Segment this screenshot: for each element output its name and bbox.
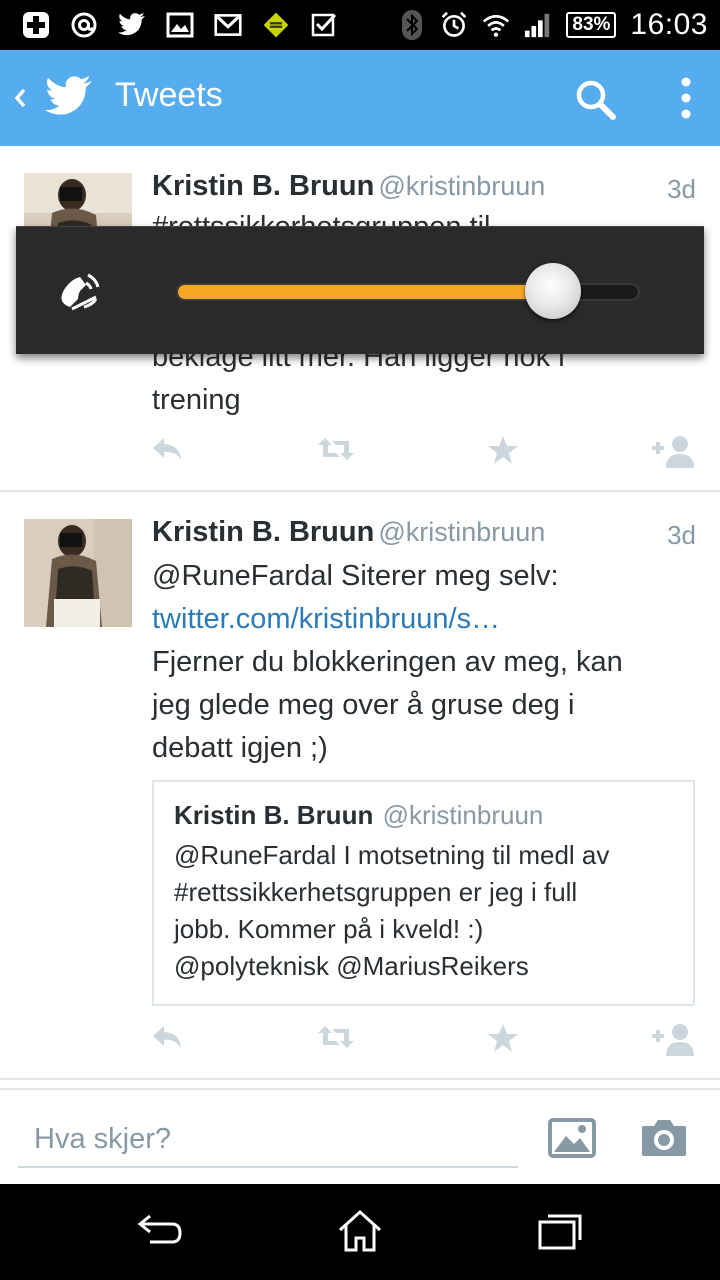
status-bar: 83% 16:03 (0, 0, 720, 50)
favorite-icon[interactable] (486, 434, 526, 468)
clock: 16:03 (630, 8, 708, 41)
tweet-text: @RuneFardal Siterer meg selv: (152, 560, 559, 592)
compose-bar (0, 1088, 720, 1184)
follow-icon[interactable] (652, 1022, 694, 1056)
app-icon (262, 11, 290, 39)
search-icon[interactable] (574, 78, 618, 122)
tweet-text: jeg glede meg over å gruse deg i (152, 689, 575, 721)
tweet-text: debatt igjen ;) (152, 732, 328, 764)
plus-badge-icon (22, 11, 50, 39)
tweet-text: trening (152, 384, 241, 416)
alarm-icon (440, 11, 468, 39)
twitter-icon (118, 11, 146, 39)
quoted-author-name: Kristin B. Bruun (174, 800, 374, 830)
home-icon[interactable] (336, 1208, 386, 1256)
back-icon[interactable] (136, 1208, 186, 1256)
quoted-text-line: @RuneFardal I motsetning til medl av (174, 840, 610, 870)
tweet-author[interactable]: Kristin B. Bruun @kristinbruun (152, 516, 545, 549)
image-icon (166, 11, 194, 39)
volume-slider-thumb[interactable] (525, 263, 581, 319)
battery-level: 83% (572, 14, 611, 35)
tweet-link[interactable]: twitter.com/kristinbruun/s… (152, 598, 692, 641)
author-name: Kristin B. Bruun (152, 516, 375, 548)
follow-icon[interactable] (652, 434, 694, 468)
quoted-text-line: jobb. Kommer på i kveld! :) (174, 914, 484, 944)
wifi-icon (482, 11, 510, 39)
tweet-author[interactable]: Kristin B. Bruun @kristinbruun (152, 170, 545, 203)
compose-input[interactable] (18, 1112, 518, 1168)
reply-icon[interactable] (150, 434, 190, 468)
signal-icon (524, 11, 552, 39)
tweet-actions (0, 1022, 720, 1062)
favorite-icon[interactable] (486, 1022, 526, 1056)
action-bar: Tweets (0, 50, 720, 146)
tweet-time: 3d (667, 520, 696, 550)
tweet-item[interactable]: Kristin B. Bruun @kristinbruun 3d @RuneFa… (0, 492, 720, 1080)
volume-slider-fill (178, 285, 555, 299)
quoted-text-line: #rettssikkerhetsgruppen er jeg i full (174, 877, 578, 907)
back-chevron-icon[interactable] (10, 82, 30, 114)
navigation-bar (0, 1184, 720, 1280)
battery-indicator: 83% (566, 12, 617, 38)
photo-icon[interactable] (548, 1118, 596, 1158)
quoted-author: Kristin B. Bruun @kristinbruun (174, 800, 543, 831)
at-icon (70, 11, 98, 39)
volume-overlay (16, 226, 704, 354)
twitter-bird-icon[interactable] (44, 76, 94, 120)
avatar[interactable] (24, 519, 132, 627)
retweet-icon[interactable] (316, 1022, 356, 1056)
checkbox-icon (310, 11, 338, 39)
quoted-tweet[interactable]: Kristin B. Bruun @kristinbruun @RuneFard… (152, 780, 695, 1006)
quoted-author-handle: @kristinbruun (382, 800, 544, 830)
camera-icon[interactable] (640, 1116, 688, 1158)
quoted-text-line: @polyteknisk @MariusReikers (174, 951, 529, 981)
retweet-icon[interactable] (316, 434, 356, 468)
reply-icon[interactable] (150, 1022, 190, 1056)
ringer-icon (56, 271, 106, 315)
recents-icon[interactable] (536, 1208, 586, 1256)
gmail-icon (214, 11, 242, 39)
bluetooth-icon (398, 10, 426, 40)
quoted-text: @RuneFardal I motsetning til medl av #re… (174, 837, 674, 985)
tweet-actions (0, 434, 720, 474)
author-handle: @kristinbruun (378, 171, 546, 201)
tweet-time: 3d (667, 174, 696, 204)
author-name: Kristin B. Bruun (152, 170, 375, 202)
page-title: Tweets (115, 76, 223, 114)
overflow-menu-icon[interactable] (672, 74, 700, 124)
tweet-text: Fjerner du blokkeringen av meg, kan (152, 646, 623, 678)
author-handle: @kristinbruun (378, 517, 546, 547)
